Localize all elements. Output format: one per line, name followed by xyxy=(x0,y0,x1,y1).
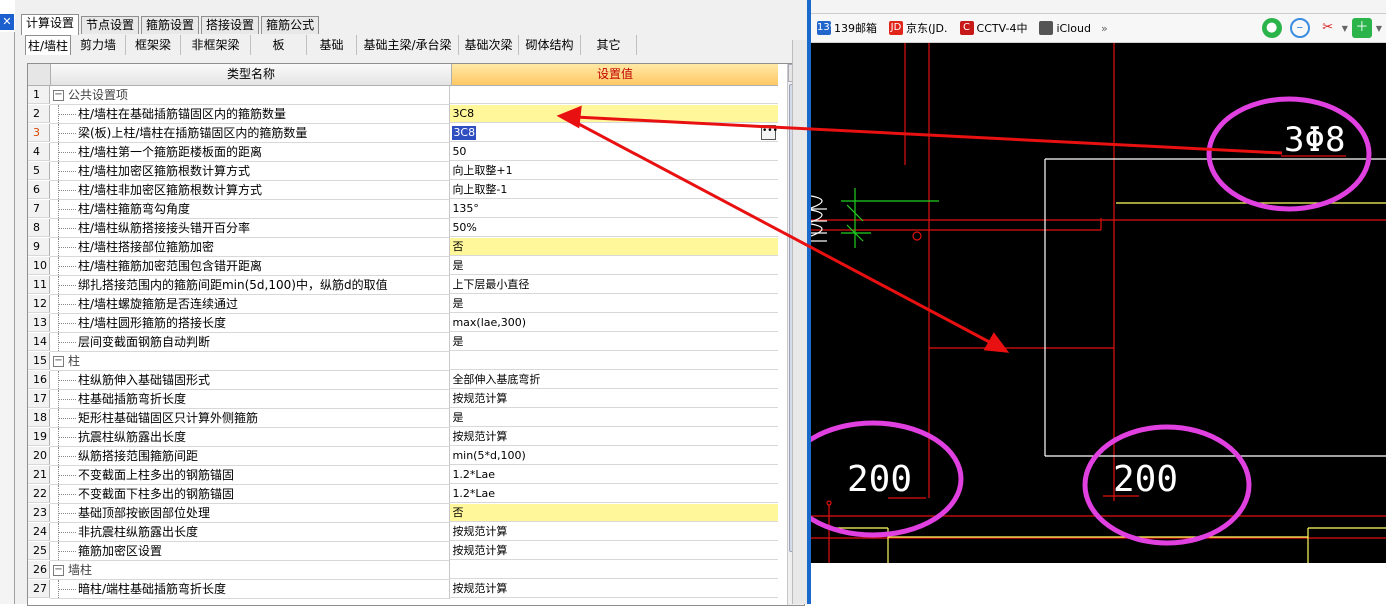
annotation-arrows xyxy=(556,105,1283,353)
